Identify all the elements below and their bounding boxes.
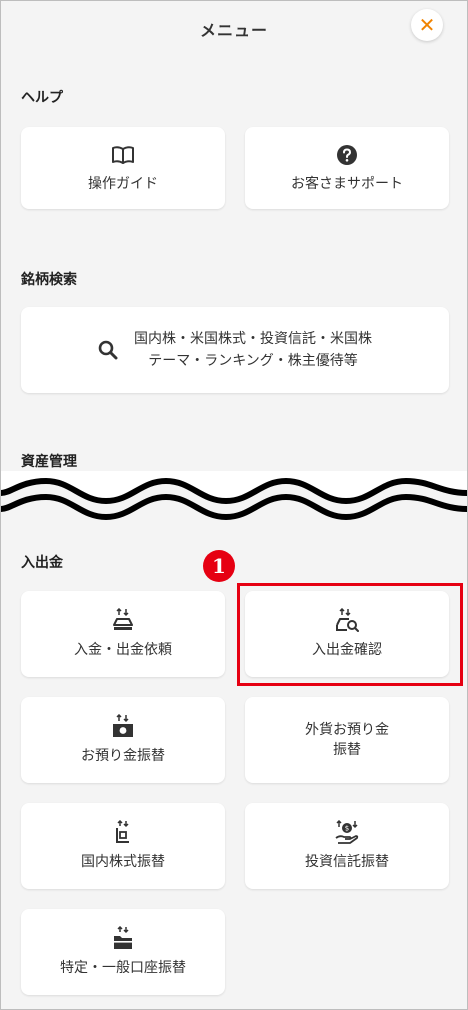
omission-wave-divider (1, 471, 467, 541)
section-title-help: ヘルプ (21, 90, 63, 106)
foreign-currency-transfer-label: 外貨お預り金 振替 (305, 720, 389, 760)
deposit-transfer-icon (111, 714, 135, 740)
close-icon: ✕ (418, 13, 436, 37)
fund-transfer-icon: $ (334, 820, 360, 846)
deposit-withdraw-confirm-button[interactable]: 入出金確認 (245, 591, 449, 677)
investment-trust-transfer-label: 投資信託振替 (305, 854, 389, 870)
foreign-currency-transfer-button[interactable]: 外貨お預り金 振替 (245, 697, 449, 783)
customer-support-label: お客さまサポート (291, 176, 403, 192)
svg-text:$: $ (345, 825, 349, 833)
stock-search-line2: テーマ・ランキング・株主優待等 (148, 353, 358, 369)
domestic-stock-transfer-label: 国内株式振替 (81, 854, 165, 870)
book-icon (111, 142, 135, 168)
account-transfer-icon (112, 926, 134, 952)
section-title-assets: 資産管理 (21, 454, 77, 470)
deposit-transfer-label: お預り金振替 (81, 748, 165, 764)
menu-header: メニュー ✕ (1, 1, 467, 53)
operation-guide-label: 操作ガイド (88, 176, 158, 192)
step-number-badge: 1 (203, 550, 235, 582)
stock-transfer-icon (112, 820, 134, 846)
deposit-transfer-button[interactable]: お預り金振替 (21, 697, 225, 783)
close-button[interactable]: ✕ (411, 9, 443, 41)
menu-panel: メニュー ✕ ヘルプ 操作ガイド お客さまサポート 銘柄検索 国内株・米国株式・… (0, 0, 468, 1010)
search-icon (98, 339, 118, 361)
deposit-withdraw-icon (112, 608, 134, 634)
deposit-withdraw-request-button[interactable]: 入金・出金依頼 (21, 591, 225, 677)
stock-search-button[interactable]: 国内株・米国株式・投資信託・米国株 テーマ・ランキング・株主優待等 (21, 307, 449, 393)
deposit-withdraw-confirm-label: 入出金確認 (312, 642, 382, 658)
domestic-stock-transfer-button[interactable]: 国内株式振替 (21, 803, 225, 889)
investment-trust-transfer-button[interactable]: $ 投資信託振替 (245, 803, 449, 889)
operation-guide-button[interactable]: 操作ガイド (21, 127, 225, 209)
foreign-currency-transfer-line1: 外貨お預り金 (305, 722, 389, 738)
account-transfer-button[interactable]: 特定・一般口座振替 (21, 909, 225, 995)
section-title-search: 銘柄検索 (21, 272, 77, 288)
menu-title: メニュー (199, 21, 268, 40)
deposit-confirm-icon (335, 608, 359, 634)
account-transfer-label: 特定・一般口座振替 (60, 960, 186, 976)
question-icon (336, 142, 358, 168)
section-title-transfer: 入出金 (21, 555, 63, 571)
deposit-withdraw-request-label: 入金・出金依頼 (74, 642, 172, 658)
foreign-currency-transfer-line2: 振替 (333, 742, 361, 758)
stock-search-line1: 国内株・米国株式・投資信託・米国株 (134, 331, 372, 347)
customer-support-button[interactable]: お客さまサポート (245, 127, 449, 209)
stock-search-label: 国内株・米国株式・投資信託・米国株 テーマ・ランキング・株主優待等 (134, 328, 372, 372)
